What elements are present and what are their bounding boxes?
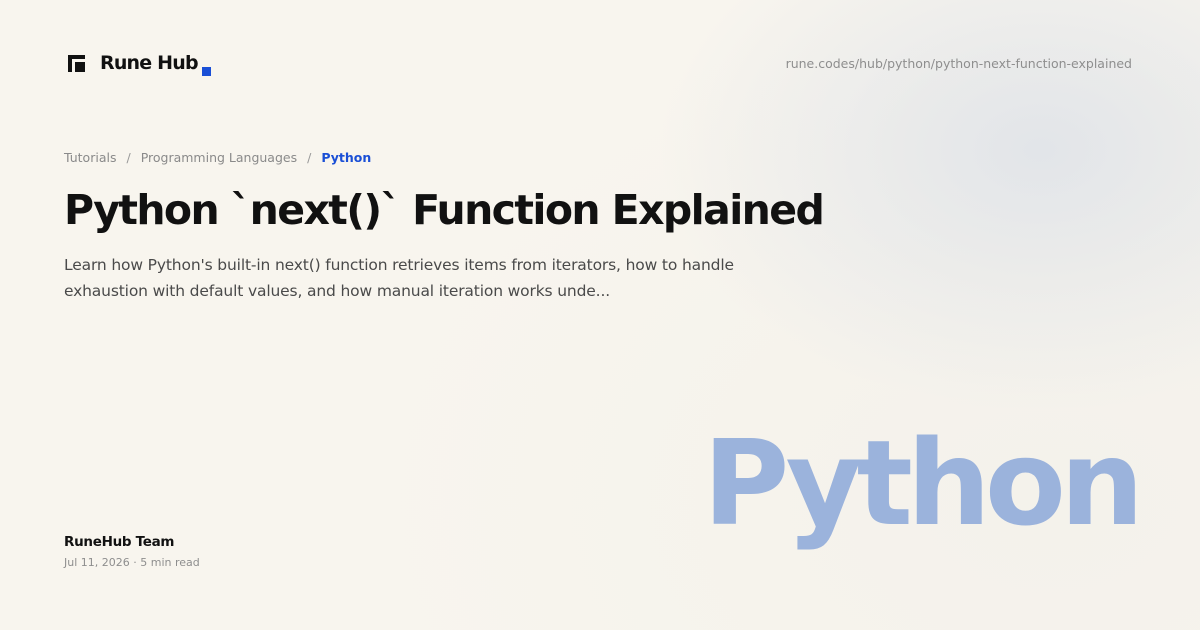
brand-logo[interactable]: Rune Hub (68, 50, 211, 76)
read-time: 5 min read (140, 556, 200, 569)
article-meta: Jul 11, 2026 · 5 min read (64, 556, 200, 569)
brand-accent-dot (201, 67, 211, 76)
breadcrumb: Tutorials / Programming Languages / Pyth… (64, 150, 371, 165)
meta-separator: · (133, 556, 137, 569)
breadcrumb-item-current[interactable]: Python (321, 150, 371, 165)
page-url: rune.codes/hub/python/python-next-functi… (785, 56, 1132, 71)
brand-name: Rune Hub (100, 52, 199, 74)
breadcrumb-separator: / (126, 150, 131, 165)
category-watermark: Python (702, 414, 1144, 552)
author-name: RuneHub Team (64, 534, 175, 550)
breadcrumb-item-tutorials[interactable]: Tutorials (64, 150, 116, 165)
publish-date: Jul 11, 2026 (64, 556, 130, 569)
breadcrumb-separator: / (307, 150, 312, 165)
rune-hub-logo-icon (68, 54, 85, 72)
breadcrumb-item-programming-languages[interactable]: Programming Languages (141, 150, 297, 165)
article-description: Learn how Python's built-in next() funct… (64, 256, 734, 300)
page-title: Python `next()` Function Explained (64, 186, 825, 234)
